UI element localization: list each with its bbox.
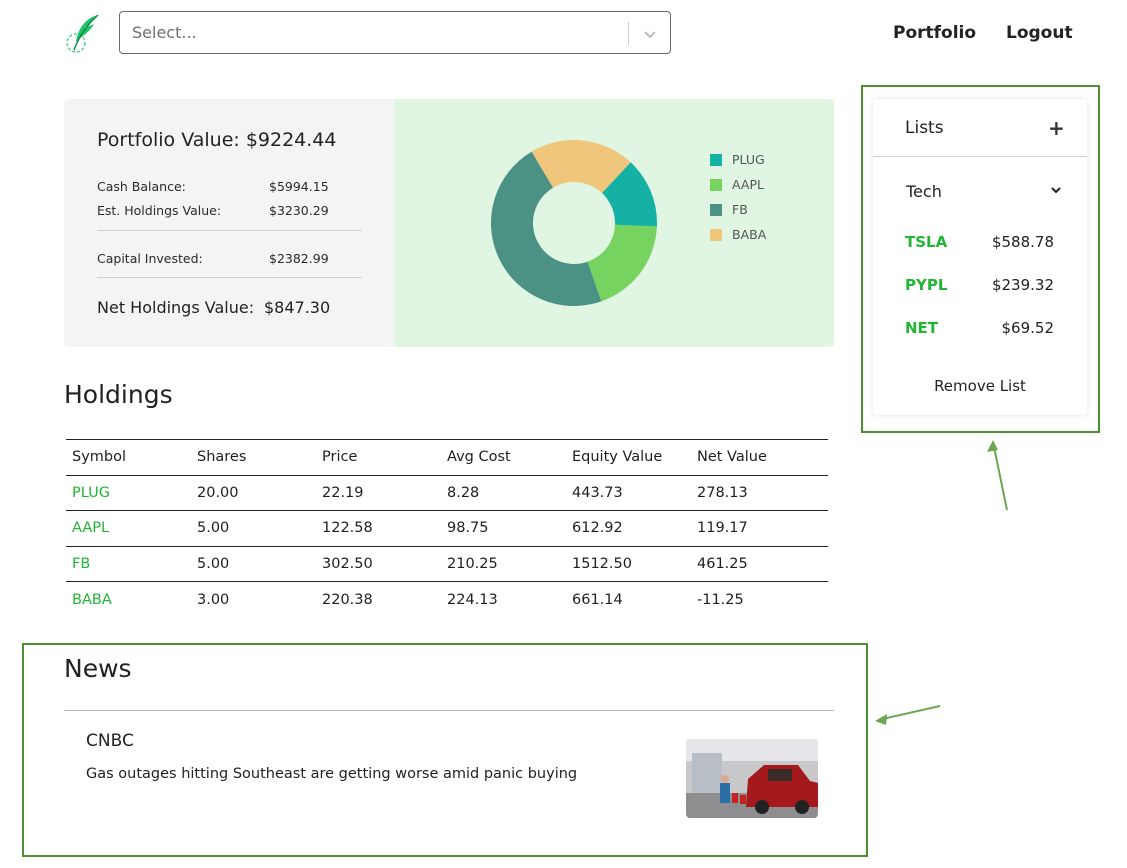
cash-balance-label: Cash Balance: bbox=[97, 179, 186, 194]
news-thumbnail[interactable] bbox=[686, 739, 818, 818]
watchlists-panel: Lists + Tech TSLA $588.78 PYPL $239.32 N… bbox=[873, 99, 1087, 415]
column-header: Shares bbox=[191, 439, 316, 475]
net-holdings-label: Net Holdings Value: bbox=[97, 298, 255, 317]
list-item-price: $239.32 bbox=[991, 276, 1054, 294]
search-placeholder: Select... bbox=[132, 23, 197, 42]
table-cell: 22.19 bbox=[316, 474, 441, 511]
column-header: Symbol bbox=[66, 439, 191, 475]
list-item-symbol[interactable]: NET bbox=[905, 319, 938, 337]
chevron-down-icon[interactable] bbox=[642, 26, 658, 42]
symbol-link[interactable]: PLUG bbox=[66, 474, 191, 511]
divider bbox=[97, 277, 362, 278]
nav-logout-link[interactable]: Logout bbox=[1006, 23, 1073, 43]
list-name[interactable]: Tech bbox=[906, 182, 942, 201]
holdings-value-value: $3230.29 bbox=[269, 203, 329, 218]
legend-label: AAPL bbox=[732, 177, 764, 192]
table-cell: 661.14 bbox=[566, 581, 691, 617]
table-cell: 8.28 bbox=[441, 474, 566, 511]
news-headline-link[interactable]: Gas outages hitting Southeast are gettin… bbox=[86, 766, 577, 782]
net-holdings-value: $847.30 bbox=[264, 298, 331, 317]
table-cell: 20.00 bbox=[191, 474, 316, 511]
symbol-link[interactable]: FB bbox=[66, 545, 191, 582]
capital-invested-label: Capital Invested: bbox=[97, 251, 203, 266]
lists-title: Lists bbox=[905, 118, 944, 138]
plus-icon[interactable]: + bbox=[1048, 116, 1065, 140]
table-cell: 224.13 bbox=[441, 581, 566, 617]
annotation-arrow-icon bbox=[987, 440, 1008, 511]
table-cell: 210.25 bbox=[441, 545, 566, 582]
table-cell: 122.58 bbox=[316, 510, 441, 546]
table-row: PLUG 20.00 22.19 8.28 443.73 278.13 bbox=[66, 474, 828, 511]
remove-list-button[interactable]: Remove List bbox=[873, 377, 1087, 395]
capital-invested-value: $2382.99 bbox=[269, 251, 329, 266]
stock-search-select[interactable]: Select... bbox=[119, 11, 671, 54]
holdings-value-label: Est. Holdings Value: bbox=[97, 203, 222, 218]
table-cell: 443.73 bbox=[566, 474, 691, 511]
portfolio-summary-card: Portfolio Value: $9224.44 Cash Balance: … bbox=[64, 99, 834, 347]
list-item-price: $69.52 bbox=[1001, 319, 1055, 337]
table-cell: 119.17 bbox=[691, 510, 828, 546]
news-source: CNBC bbox=[86, 731, 134, 751]
list-item-symbol[interactable]: PYPL bbox=[905, 276, 947, 294]
table-row: BABA 3.00 220.38 224.13 661.14 -11.25 bbox=[66, 581, 828, 617]
donut-slice-aapl bbox=[587, 224, 657, 302]
cash-balance-value: $5994.15 bbox=[269, 179, 329, 194]
select-separator bbox=[628, 22, 629, 45]
table-cell: 278.13 bbox=[691, 474, 828, 511]
chevron-down-icon[interactable] bbox=[1050, 184, 1062, 196]
table-row: FB 5.00 302.50 210.25 1512.50 461.25 bbox=[66, 545, 828, 582]
table-row: AAPL 5.00 122.58 98.75 612.92 119.17 bbox=[66, 510, 828, 546]
column-header: Equity Value bbox=[566, 439, 691, 475]
list-item-symbol[interactable]: TSLA bbox=[905, 233, 947, 251]
holdings-table: Symbol Shares Price Avg Cost Equity Valu… bbox=[66, 439, 828, 617]
legend-label: BABA bbox=[732, 227, 767, 242]
table-cell: 5.00 bbox=[191, 545, 316, 582]
table-cell: 220.38 bbox=[316, 581, 441, 617]
table-cell: 5.00 bbox=[191, 510, 316, 546]
table-cell: 1512.50 bbox=[566, 545, 691, 582]
legend-swatch bbox=[710, 154, 722, 166]
portfolio-values-panel: Portfolio Value: $9224.44 Cash Balance: … bbox=[64, 99, 394, 347]
nav-portfolio-link[interactable]: Portfolio bbox=[893, 23, 976, 43]
legend-swatch bbox=[710, 229, 722, 241]
feather-logo-icon bbox=[66, 14, 99, 53]
annotation-arrow-icon bbox=[875, 705, 941, 725]
column-header: Price bbox=[316, 439, 441, 475]
divider bbox=[97, 230, 362, 231]
holdings-title: Holdings bbox=[64, 380, 173, 409]
symbol-link[interactable]: BABA bbox=[66, 581, 191, 617]
table-cell: 612.92 bbox=[566, 510, 691, 546]
legend-label: FB bbox=[732, 202, 748, 217]
legend-label: PLUG bbox=[732, 152, 765, 167]
app-logo[interactable] bbox=[64, 12, 104, 54]
table-cell: -11.25 bbox=[691, 581, 828, 617]
symbol-link[interactable]: AAPL bbox=[66, 510, 191, 546]
table-cell: 3.00 bbox=[191, 581, 316, 617]
divider bbox=[873, 156, 1087, 157]
allocation-donut-chart bbox=[490, 140, 657, 306]
legend-swatch bbox=[710, 179, 722, 191]
news-photo-image bbox=[686, 739, 818, 818]
column-header: Net Value bbox=[691, 439, 828, 475]
allocation-chart-panel: PLUG AAPL FB BABA bbox=[394, 99, 834, 347]
table-header-row: Symbol Shares Price Avg Cost Equity Valu… bbox=[66, 439, 828, 475]
column-header: Avg Cost bbox=[441, 439, 566, 475]
table-cell: 302.50 bbox=[316, 545, 441, 582]
divider bbox=[64, 710, 834, 711]
table-cell: 461.25 bbox=[691, 545, 828, 582]
portfolio-value-title: Portfolio Value: $9224.44 bbox=[97, 129, 337, 151]
list-item-price: $588.78 bbox=[991, 233, 1054, 251]
news-title: News bbox=[64, 654, 132, 683]
table-cell: 98.75 bbox=[441, 510, 566, 546]
legend-swatch bbox=[710, 204, 722, 216]
